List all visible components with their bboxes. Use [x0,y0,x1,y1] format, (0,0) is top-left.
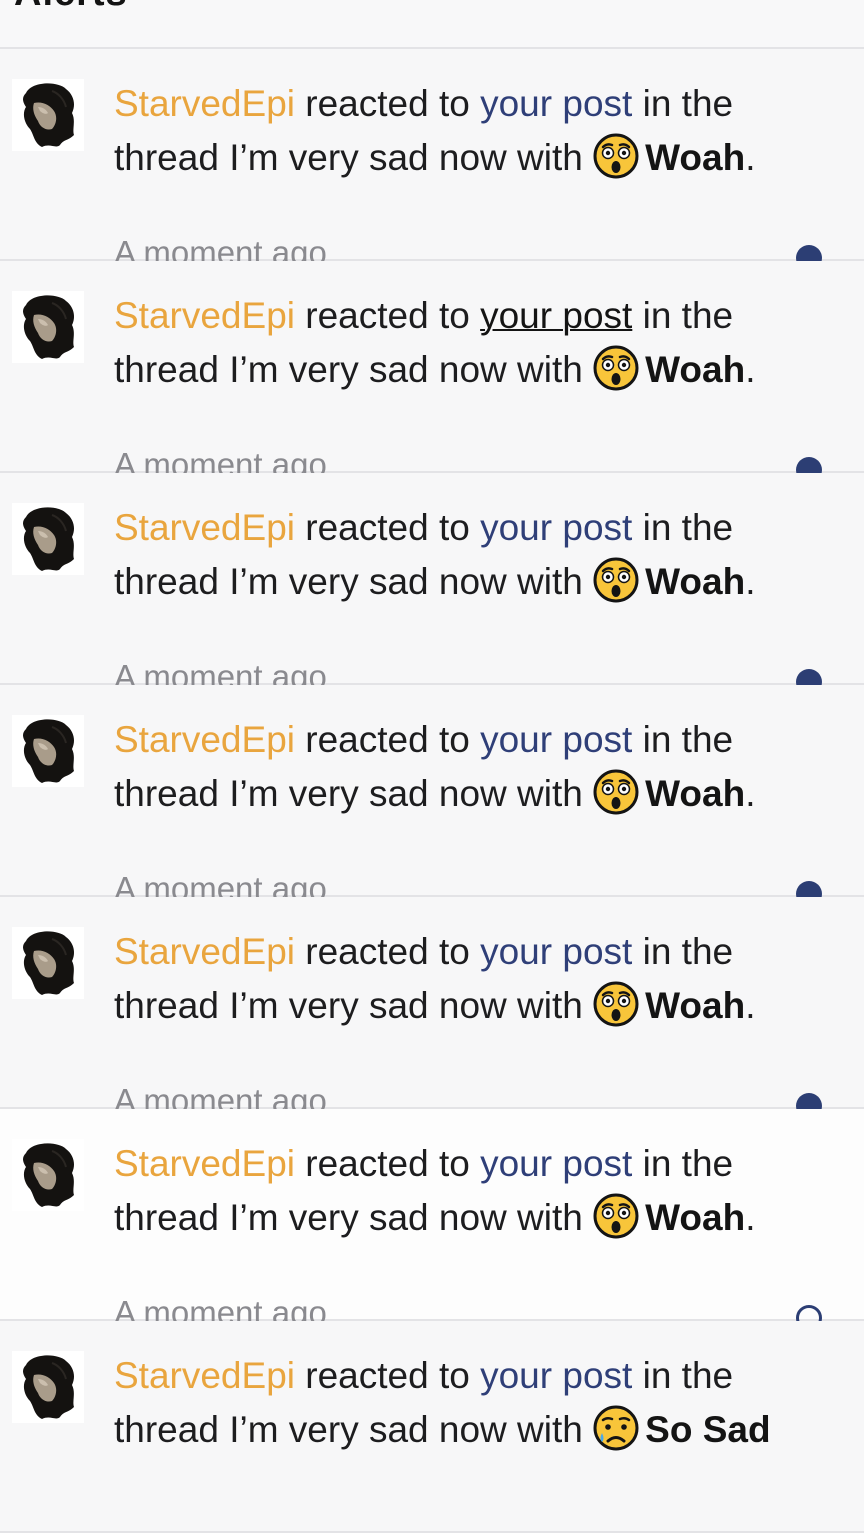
avatar[interactable] [12,503,84,575]
alert-message: StarvedEpi reacted to your post in the t… [114,713,824,821]
astonished-emoji-icon [593,345,639,391]
alert-item[interactable]: StarvedEpi reacted to your post in the t… [0,1321,864,1533]
reaction-name: Woah [645,985,746,1026]
alert-end: . [745,137,756,178]
page-title: Alerts [14,0,128,15]
post-link[interactable]: your post [480,295,632,336]
username-link[interactable]: StarvedEpi [114,83,295,124]
post-link[interactable]: your post [480,507,632,548]
avatar[interactable] [12,291,84,363]
alert-verb: reacted to [295,931,481,972]
post-link[interactable]: your post [480,1143,632,1184]
astonished-emoji-icon [593,133,639,179]
post-link[interactable]: your post [480,83,632,124]
post-link[interactable]: your post [480,931,632,972]
alert-item[interactable]: StarvedEpi reacted to your post in the t… [0,261,864,483]
alert-end: . [745,561,756,602]
alert-item[interactable]: StarvedEpi reacted to your post in the t… [0,49,864,271]
astonished-emoji-icon [593,981,639,1027]
alert-verb: reacted to [295,1355,481,1396]
username-link[interactable]: StarvedEpi [114,295,295,336]
reaction-name: Woah [645,137,746,178]
alert-end: . [745,1197,756,1238]
username-link[interactable]: StarvedEpi [114,719,295,760]
avatar[interactable] [12,1139,84,1211]
avatar[interactable] [12,1351,84,1423]
username-link[interactable]: StarvedEpi [114,1143,295,1184]
alert-verb: reacted to [295,83,481,124]
alert-message: StarvedEpi reacted to your post in the t… [114,1349,824,1457]
astonished-emoji-icon [593,769,639,815]
username-link[interactable]: StarvedEpi [114,507,295,548]
alert-item[interactable]: StarvedEpi reacted to your post in the t… [0,473,864,695]
reaction-name: Woah [645,349,746,390]
alert-item[interactable]: StarvedEpi reacted to your post in the t… [0,897,864,1119]
alert-end: . [745,985,756,1026]
alert-message: StarvedEpi reacted to your post in the t… [114,77,824,185]
alert-verb: reacted to [295,719,481,760]
astonished-emoji-icon [593,557,639,603]
avatar[interactable] [12,79,84,151]
reaction-name: So Sad [645,1409,771,1450]
alert-item[interactable]: StarvedEpi reacted to your post in the t… [0,685,864,907]
alert-end: . [745,349,756,390]
reaction-name: Woah [645,561,746,602]
alert-verb: reacted to [295,1143,481,1184]
alert-message: StarvedEpi reacted to your post in the t… [114,1137,824,1245]
post-link[interactable]: your post [480,1355,632,1396]
alert-verb: reacted to [295,295,481,336]
sad-tear-emoji-icon [593,1405,639,1451]
alert-verb: reacted to [295,507,481,548]
alert-item[interactable]: StarvedEpi reacted to your post in the t… [0,1109,864,1331]
avatar[interactable] [12,927,84,999]
alerts-header: Alerts [0,0,864,49]
alert-list: StarvedEpi reacted to your post in the t… [0,49,864,1533]
reaction-name: Woah [645,773,746,814]
alert-message: StarvedEpi reacted to your post in the t… [114,501,824,609]
username-link[interactable]: StarvedEpi [114,931,295,972]
alert-end: . [745,773,756,814]
astonished-emoji-icon [593,1193,639,1239]
post-link[interactable]: your post [480,719,632,760]
alert-message: StarvedEpi reacted to your post in the t… [114,925,824,1033]
alert-message: StarvedEpi reacted to your post in the t… [114,289,824,397]
avatar[interactable] [12,715,84,787]
reaction-name: Woah [645,1197,746,1238]
username-link[interactable]: StarvedEpi [114,1355,295,1396]
